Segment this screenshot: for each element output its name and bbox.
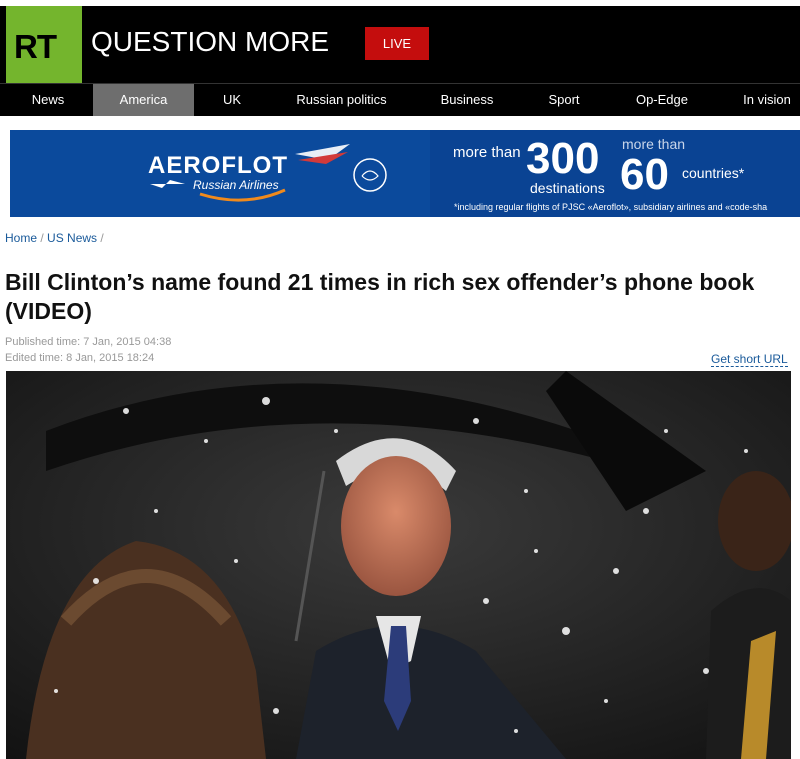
- breadcrumb-us-news[interactable]: US News: [47, 231, 97, 245]
- nav-item-business[interactable]: Business: [430, 84, 504, 116]
- destinations-label: destinations: [530, 180, 605, 196]
- nav-item-op-edge[interactable]: Op-Edge: [626, 84, 698, 116]
- countries-count: 60: [620, 150, 669, 199]
- breadcrumb-home[interactable]: Home: [5, 231, 37, 245]
- get-short-url-link[interactable]: Get short URL: [711, 352, 788, 367]
- banner-fineprint: *including regular flights of PJSC «Aero…: [454, 202, 768, 212]
- main-nav: News America UK Russian politics Busines…: [0, 83, 800, 116]
- nav-item-america[interactable]: America: [93, 84, 194, 116]
- logo-text: RT: [14, 28, 57, 65]
- breadcrumb: Home / US News /: [5, 231, 104, 245]
- nav-item-in-vision[interactable]: In vision: [734, 84, 800, 116]
- live-button[interactable]: LIVE: [365, 27, 429, 60]
- article-photo[interactable]: [6, 371, 791, 759]
- countries-label: countries*: [682, 165, 745, 181]
- breadcrumb-separator: /: [40, 231, 44, 245]
- destinations-count: 300: [526, 134, 600, 183]
- nav-item-russian-politics[interactable]: Russian politics: [285, 84, 398, 116]
- edited-time: Edited time: 8 Jan, 2015 18:24: [5, 352, 155, 364]
- aeroflot-ad-banner[interactable]: AEROFLOT Russian Airlines more than 300 …: [10, 130, 800, 217]
- site-tagline: QUESTION MORE: [91, 26, 330, 57]
- nav-item-sport[interactable]: Sport: [538, 84, 590, 116]
- breadcrumb-separator: /: [100, 231, 104, 245]
- more-than-label-1: more than: [453, 144, 521, 161]
- aeroflot-brand: AEROFLOT: [148, 152, 288, 179]
- rt-logo[interactable]: RT: [6, 6, 82, 83]
- aeroflot-subtitle: Russian Airlines: [193, 178, 279, 192]
- photo-illustration: [6, 371, 791, 759]
- site-header: RT QUESTION MORE LIVE: [0, 6, 800, 83]
- article-headline: Bill Clinton’s name found 21 times in ri…: [5, 269, 755, 324]
- nav-item-uk[interactable]: UK: [210, 84, 254, 116]
- nav-item-news[interactable]: News: [18, 84, 78, 116]
- published-time: Published time: 7 Jan, 2015 04:38: [5, 336, 172, 348]
